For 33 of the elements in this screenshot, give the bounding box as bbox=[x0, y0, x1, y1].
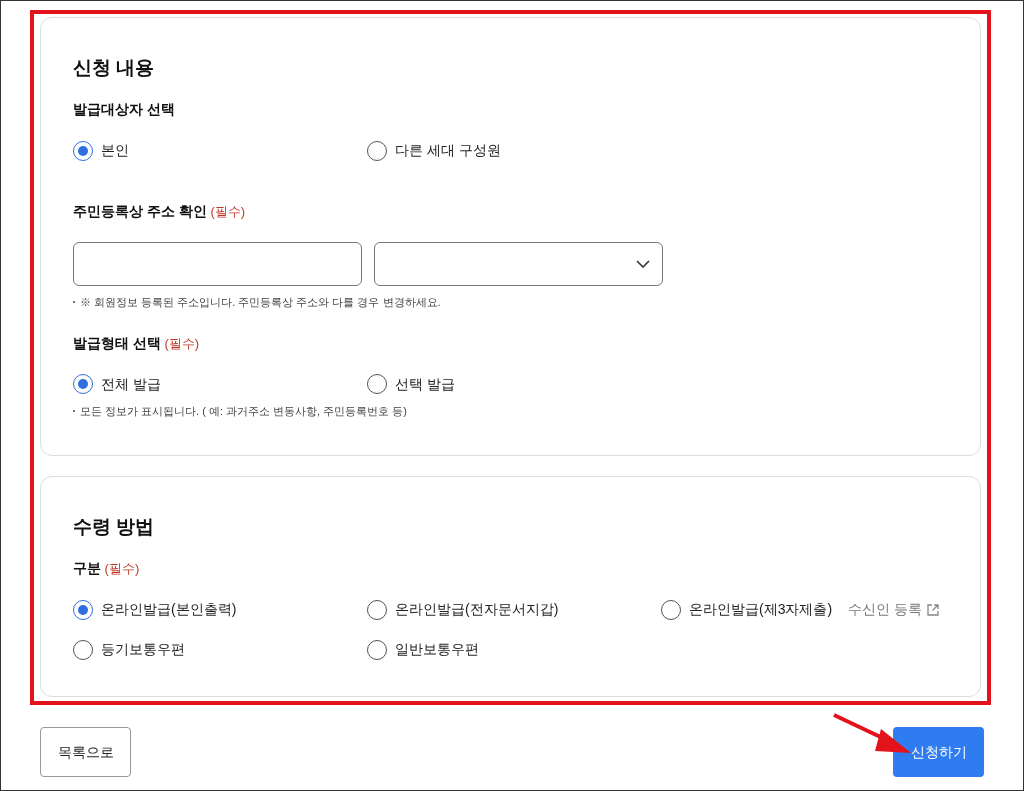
radio-label: 온라인발급(제3자제출) bbox=[689, 600, 833, 619]
radio-label: 다른 세대 구성원 bbox=[395, 141, 501, 160]
radio-button[interactable] bbox=[73, 639, 93, 660]
radio-label: 본인 bbox=[101, 141, 129, 160]
radio-label: 전체 발급 bbox=[101, 374, 161, 394]
note-text: 모든 정보가 표시됩니다. ( 예: 과거주소 변동사항, 주민등록번호 등) bbox=[80, 403, 407, 419]
group-label: 주민등록상 주소 확인 (필수) bbox=[73, 202, 247, 221]
radio-button[interactable] bbox=[73, 599, 93, 620]
radio-button[interactable] bbox=[367, 140, 387, 161]
group-label: 발급형태 선택 (필수) bbox=[73, 333, 201, 353]
group-label: 구분 (필수) bbox=[73, 559, 141, 578]
radio-label: 일반보통우편 bbox=[395, 640, 479, 659]
radio-button[interactable] bbox=[367, 374, 387, 394]
recipient-link[interactable]: 수신인 등록 bbox=[848, 599, 940, 620]
group-label: 발급대상자 선택 bbox=[73, 100, 176, 119]
note-text: ※ 회원정보 등록된 주소입니다. 주민등록상 주소와 다를 경우 변경하세요. bbox=[80, 295, 441, 310]
radio-button[interactable] bbox=[661, 599, 681, 620]
address-select[interactable] bbox=[374, 242, 663, 286]
radio-label: 등기보통우편 bbox=[101, 640, 185, 659]
radio-label: 온라인발급(본인출력) bbox=[101, 600, 237, 619]
radio-label: 선택 발급 bbox=[395, 374, 455, 394]
radio-button[interactable] bbox=[367, 639, 387, 660]
address-input[interactable] bbox=[73, 242, 362, 286]
submit-button[interactable]: 신청하기 bbox=[893, 727, 984, 777]
section-title: 수령 방법 bbox=[73, 517, 156, 536]
radio-label: 온라인발급(전자문서지갑) bbox=[395, 600, 559, 619]
section-title: 신청 내용 bbox=[73, 58, 156, 77]
back-button[interactable]: 목록으로 bbox=[40, 727, 131, 777]
external-link-icon bbox=[926, 602, 940, 617]
radio-button[interactable] bbox=[367, 599, 387, 620]
chevron-down-icon bbox=[636, 260, 650, 268]
radio-button[interactable] bbox=[73, 140, 93, 161]
radio-button[interactable] bbox=[73, 374, 93, 394]
